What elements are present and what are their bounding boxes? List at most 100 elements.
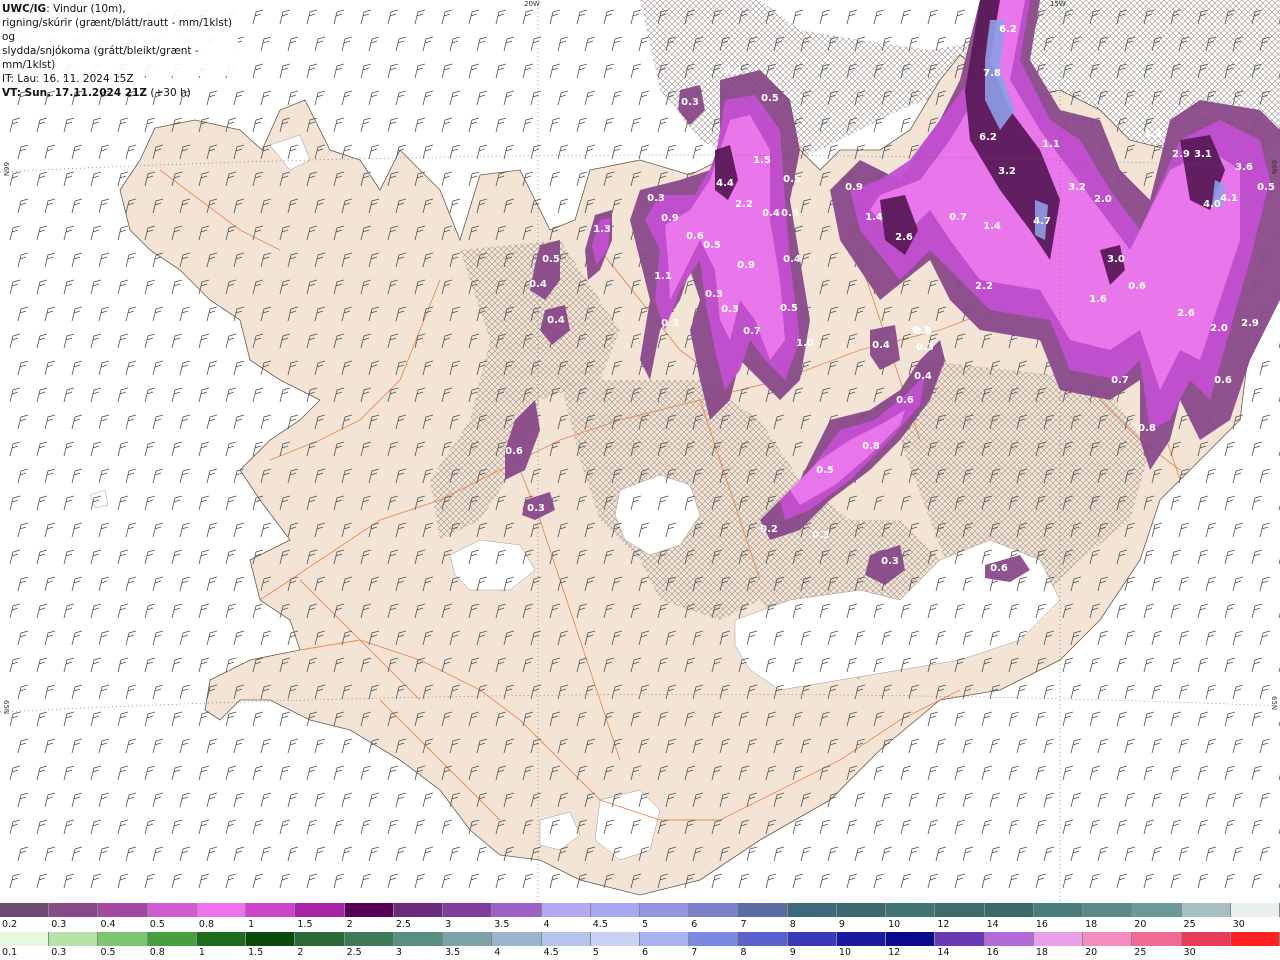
colorbar-swatch [640, 903, 690, 917]
colorbar-swatch [49, 903, 99, 917]
colorbar-tick-label: 4.5 [543, 947, 559, 958]
precip-value-label: 0.4 [529, 279, 547, 290]
colorbar-swatch [590, 903, 640, 917]
precip-value-label: 2.0 [1210, 323, 1228, 334]
colorbar-tick-label: 10 [888, 919, 901, 930]
precip-value-label: 0.3 [681, 97, 699, 108]
colorbar-swatch [147, 932, 197, 946]
colorbar-tick-label: 1.5 [248, 947, 264, 958]
colorbar-tick-label: 20 [1134, 919, 1147, 930]
precip-value-label: 1.6 [1089, 294, 1107, 305]
colorbar-swatch [1181, 903, 1231, 917]
colorbar-swatch [196, 932, 247, 946]
precip-value-label: 0.9 [661, 213, 679, 224]
colorbar-swatch [836, 932, 887, 946]
precip-value-label: 4.1 [1220, 193, 1238, 204]
colorbar-tick-label: 1 [198, 947, 205, 958]
colorbar-swatch [344, 903, 394, 917]
issue-time: IT: Lau. 16. 11. 2024 15Z [2, 73, 134, 85]
precip-value-label: 0.5 [542, 254, 560, 265]
precip-value-label: 0.6 [896, 395, 914, 406]
colorbar-swatch [295, 903, 345, 917]
colorbar-tick-label: 2.5 [395, 919, 411, 930]
precip-value-label: 3.6 [1235, 162, 1253, 173]
lat-label-65n-left: 65N [2, 700, 10, 715]
lat-label-65n-right: 65N [1270, 696, 1278, 711]
precip-value-label: 1.4 [983, 221, 1001, 232]
precip-value-label: 0.3 [881, 556, 899, 567]
colorbar-swatch [1230, 903, 1280, 917]
colorbar-tick-label: 9 [789, 947, 796, 958]
precip-value-label: 3.2 [998, 166, 1016, 177]
colorbar-tick-label: 2.5 [346, 947, 362, 958]
colorbar-swatch [246, 932, 296, 946]
colorbar-swatch [935, 932, 985, 946]
precip-value-label: 0.3 [647, 193, 665, 204]
colorbar-swatch [1230, 932, 1280, 946]
precip-value-label: 0.7 [1111, 375, 1129, 386]
precip-value-label: 1.3 [593, 224, 611, 235]
precip-value-label: 4.0 [1203, 199, 1221, 210]
colorbar-swatch [886, 932, 936, 946]
colorbar-tick-label: 30 [1183, 947, 1196, 958]
colorbar-swatch [196, 903, 247, 917]
colorbar-tick-label: 0.5 [149, 919, 165, 930]
colorbar-tick-label: 0.2 [2, 919, 18, 930]
precip-value-label: 2.6 [1177, 308, 1195, 319]
colorbar-tick-label: 4 [543, 919, 550, 930]
precip-value-label: 0.3 [661, 318, 679, 329]
precip-value-label: 0.3 [812, 530, 830, 541]
colorbar-tick-label: 12 [937, 919, 950, 930]
colorbar-tick-label: 1.5 [297, 919, 313, 930]
colorbar-swatch [147, 903, 197, 917]
colorbar-tick-label: 8 [740, 947, 747, 958]
precip-value-label: 0.4 [914, 371, 932, 382]
precip-value-label: 0.9 [737, 260, 755, 271]
colorbar-tick-label: 3.5 [494, 919, 510, 930]
colorbar-tick-label: 16 [1035, 919, 1048, 930]
colorbar-tick-label: 4.5 [592, 919, 608, 930]
precip-value-label: 1.1 [654, 271, 672, 282]
colorbar-tick-label: 2 [297, 947, 304, 958]
precip-value-label: 0.2 [760, 524, 778, 535]
colorbar-tick-label: 0.1 [2, 947, 18, 958]
precip-value-label: 1.1 [1042, 139, 1060, 150]
colorbar-tick-label: 16 [986, 947, 999, 958]
colorbar-tick-label: 12 [888, 947, 901, 958]
colorbar-swatch [836, 903, 887, 917]
colorbar-tick-label: 14 [986, 919, 999, 930]
colorbar-tick-label: 3 [395, 947, 402, 958]
precip-value-label: 0.4 [872, 340, 890, 351]
precip-value-label: 0.8 [1138, 423, 1156, 434]
colorbar-swatch [787, 903, 837, 917]
colorbar-tick-label: 3.5 [445, 947, 461, 958]
colorbar-swatch [0, 932, 50, 946]
colorbar-tick-label: 5 [592, 947, 599, 958]
precip-value-label: 0.6 [1214, 375, 1232, 386]
colorbar-tick-label: 4 [494, 947, 501, 958]
precip-value-label: 0.5 [761, 93, 779, 104]
colorbar-tick-label: 30 [1232, 919, 1245, 930]
lon-label-15w: 15W [1050, 0, 1066, 8]
colorbar-tick-label: 0.8 [198, 919, 215, 930]
lon-label-20w: 20W [524, 0, 540, 8]
colorbar-tick-label: 8 [789, 919, 796, 930]
colorbar-tick-label: 18 [1035, 947, 1048, 958]
colorbar-tick-label: 14 [937, 947, 950, 958]
precip-value-label: 0.4 [783, 254, 801, 265]
precip-value-label: 0.7 [949, 212, 967, 223]
colorbar-swatch [935, 903, 985, 917]
colorbar-swatch [1181, 932, 1231, 946]
valid-time: VT: Sun. 17.11.2024 21Z [2, 87, 148, 99]
colorbar-swatch [49, 932, 99, 946]
precip-value-label: 0.5 [781, 208, 799, 219]
precip-value-label: 0.5 [780, 303, 798, 314]
precip-value-label: 1.0 [796, 338, 814, 349]
colorbar-tick-label: 1 [248, 919, 255, 930]
colorbar-swatch [443, 903, 493, 917]
colorbar-swatch [541, 932, 591, 946]
precip-value-label: 2.9 [1241, 318, 1259, 329]
precip-value-label: 0.6 [724, 66, 742, 77]
precip-value-label: 0.5 [1257, 182, 1275, 193]
snow-colorbar [0, 903, 1280, 917]
